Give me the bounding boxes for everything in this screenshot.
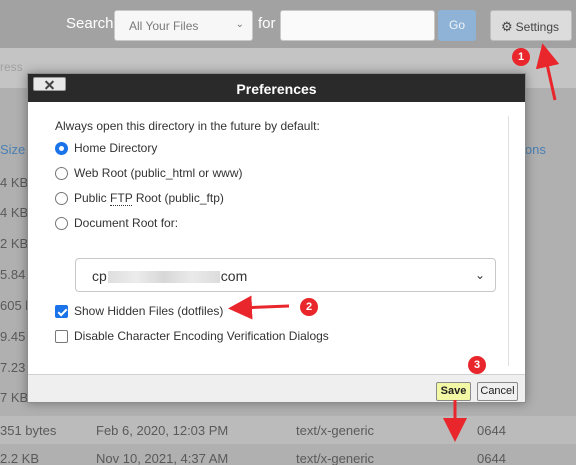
chevron-down-icon: ⌄ [474,268,485,282]
file-type: text/x-generic [296,451,375,465]
annotation-badge-1: 1 [512,48,530,66]
show-hidden-files-checkbox[interactable] [55,304,68,318]
search-input[interactable] [280,10,435,41]
file-permissions: 0644 [477,423,506,438]
size-cell: 4 KB [0,175,29,190]
size-cell: 7 KB [0,390,29,405]
domain-value-start: cp [92,268,107,284]
go-button[interactable]: Go [438,10,476,41]
dialog-scrollbar[interactable] [508,116,509,366]
file-size: 351 bytes [0,423,57,438]
web-root-option[interactable]: Web Root (public_html or www) [55,166,243,180]
disable-encoding-dialogs-label: Disable Character Encoding Verification … [74,329,329,343]
web-root-label: Web Root (public_html or www) [74,166,243,180]
show-hidden-files-label: Show Hidden Files (dotfiles) [74,304,224,318]
size-cell: 4 KB [0,205,29,220]
gear-icon: ⚙ [501,19,513,34]
domain-value-end: com [220,268,248,284]
annotation-badge-2: 2 [300,298,318,316]
table-row[interactable]: 351 bytes Feb 6, 2020, 12:03 PM text/x-g… [0,416,576,444]
ftp-root-radio[interactable] [55,191,68,205]
file-type: text/x-generic [296,423,375,438]
file-permissions: 0644 [477,451,506,465]
document-root-label: Document Root for: [74,216,179,230]
annotation-badge-3: 3 [468,356,486,374]
home-directory-radio[interactable] [55,141,68,155]
search-label: Search [66,15,114,32]
dialog-title-bar: Preferences [28,74,525,102]
search-scope-value: All Your Files [129,19,199,33]
size-cell: 2 KB [0,236,29,251]
for-label: for [258,15,276,32]
domain-select[interactable]: cp com ⌄ [75,258,496,292]
default-directory-label: Always open this directory in the future… [55,119,320,133]
file-modified: Feb 6, 2020, 12:03 PM [96,423,229,438]
dialog-footer: Save Cancel [28,374,525,402]
settings-button[interactable]: ⚙ Settings [490,10,572,41]
dialog-title: Preferences [236,81,317,97]
ftp-root-option[interactable]: Public FTP Root (public_ftp) [55,191,224,206]
home-directory-label: Home Directory [74,141,158,155]
cancel-button[interactable]: Cancel [477,382,518,401]
size-cell: 9.45 [0,329,26,344]
address-bar-text: ress [0,60,23,74]
show-hidden-files-option[interactable]: Show Hidden Files (dotfiles) [55,304,223,318]
table-row[interactable]: 2.2 KB Nov 10, 2021, 4:37 AM text/x-gene… [0,444,576,465]
top-toolbar: Search All Your Files ⌄ for Go ⚙ Settings [0,0,576,48]
size-cell: 7.23 [0,360,26,375]
preferences-dialog: Preferences Always open this directory i… [27,73,526,403]
disable-encoding-dialogs-checkbox[interactable] [55,329,68,343]
web-root-radio[interactable] [55,166,68,180]
document-root-option[interactable]: Document Root for: [55,216,178,230]
chevron-down-icon: ⌄ [235,19,244,30]
settings-label: Settings [515,20,560,34]
home-directory-option[interactable]: Home Directory [55,141,157,155]
file-size: 2.2 KB [0,451,40,465]
size-column-header[interactable]: Size [0,142,25,157]
document-root-radio[interactable] [55,216,68,230]
ftp-root-label: Public FTP Root (public_ftp) [74,191,224,206]
dialog-body: Always open this directory in the future… [28,102,525,374]
save-button[interactable]: Save [436,382,471,401]
search-scope-select[interactable]: All Your Files ⌄ [114,10,253,41]
redacted-domain [107,271,220,284]
file-modified: Nov 10, 2021, 4:37 AM [96,451,229,465]
disable-encoding-dialogs-option[interactable]: Disable Character Encoding Verification … [55,329,329,343]
